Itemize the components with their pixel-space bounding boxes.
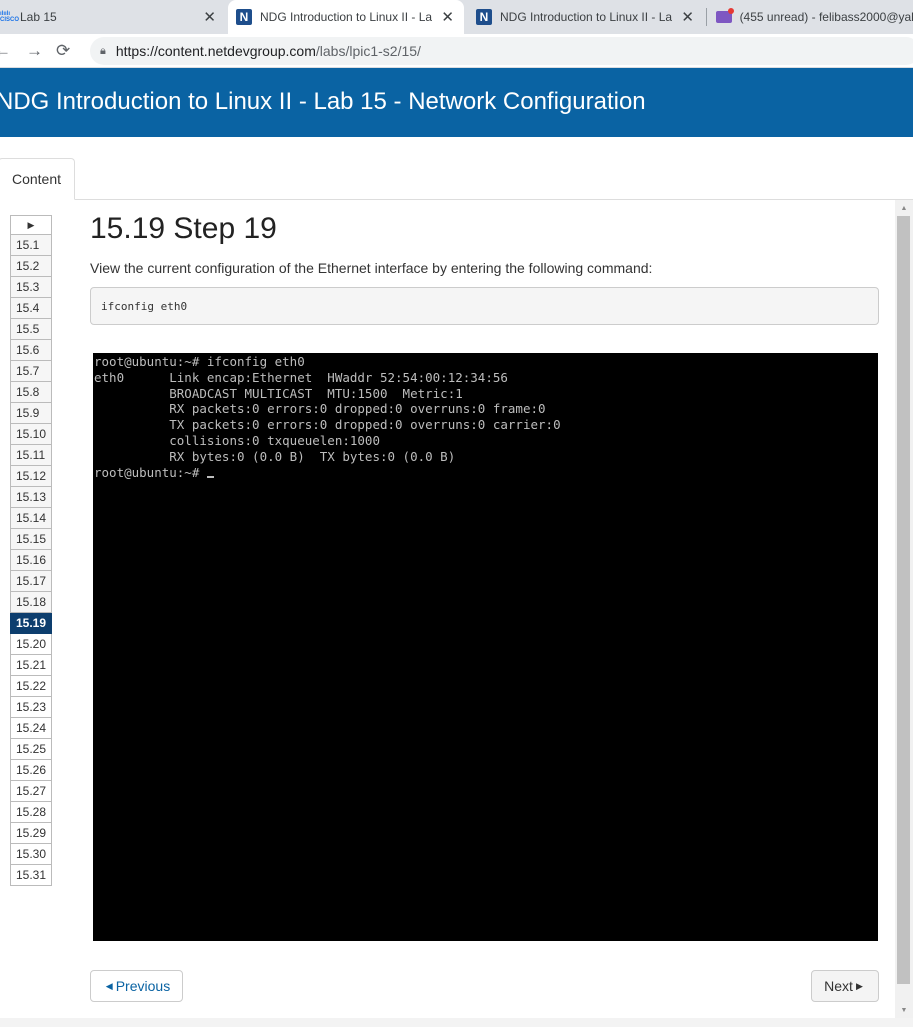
terminal-line: RX packets:0 errors:0 dropped:0 overruns… xyxy=(94,401,546,417)
page-scrollbar[interactable]: ▲ ▼ xyxy=(895,200,913,1018)
tab-title: Lab 15 xyxy=(20,10,57,24)
step-item[interactable]: 15.6 xyxy=(10,340,52,361)
step-item[interactable]: 15.15 xyxy=(10,529,52,550)
step-item[interactable]: 15.14 xyxy=(10,508,52,529)
close-icon[interactable]: ✕ xyxy=(203,8,216,26)
browser-tab-mail[interactable]: (455 unread) - felibass2000@yah xyxy=(710,0,913,34)
next-label: Next xyxy=(824,978,853,994)
caret-right-icon: ▶ xyxy=(855,980,863,991)
step-item[interactable]: 15.8 xyxy=(10,382,52,403)
step-item[interactable]: 15.30 xyxy=(10,844,52,865)
terminal-lines: root@ubuntu:~# ifconfig eth0 eth0 Link en… xyxy=(94,354,878,480)
terminal-line: collisions:0 txqueuelen:1000 xyxy=(94,432,380,448)
browser-tab-ndg[interactable]: N NDG Introduction to Linux II - Lab ✕ xyxy=(468,0,704,34)
terminal-line: root@ubuntu:~# xyxy=(94,465,878,481)
lab-header: NDG Introduction to Linux II - Lab 15 - … xyxy=(0,68,913,137)
lock-icon: 🔒︎ xyxy=(100,44,106,57)
tab-title: (455 unread) - felibass2000@yah xyxy=(739,10,913,24)
instruction-text: View the current configuration of the Et… xyxy=(90,260,653,276)
step-item[interactable]: 15.5 xyxy=(10,319,52,340)
previous-button[interactable]: ◀ Previous xyxy=(90,970,183,1002)
close-icon[interactable]: ✕ xyxy=(441,8,454,26)
next-button[interactable]: Next ▶ xyxy=(811,970,879,1002)
terminal-line: root@ubuntu:~# ifconfig eth0 xyxy=(94,354,305,369)
previous-label: Previous xyxy=(115,978,171,994)
step-title: 15.19 Step 19 xyxy=(90,212,277,245)
tab-separator xyxy=(706,8,707,26)
step-item[interactable]: 15.10 xyxy=(10,424,52,445)
address-bar[interactable]: 🔒︎ https://content.netdevgroup.com/labs/… xyxy=(90,37,913,65)
step-item[interactable]: 15.29 xyxy=(10,823,52,844)
reload-icon[interactable]: ⟳ xyxy=(56,41,70,61)
bottom-strip xyxy=(0,1018,913,1027)
step-item[interactable]: 15.18 xyxy=(10,592,52,613)
mail-icon xyxy=(716,8,734,23)
step-item[interactable]: 15.9 xyxy=(10,403,52,424)
content-tab-bar: Content xyxy=(0,137,913,200)
ndg-icon: N xyxy=(476,9,492,25)
forward-arrow-icon[interactable]: → xyxy=(26,41,43,61)
step-list: 15.1 15.2 15.3 15.4 15.5 15.6 15.7 15.8 15.9 15.1… xyxy=(10,235,52,886)
browser-tab-strip: ılıılı CISCO Lab 15 ✕ N NDG Introduction … xyxy=(0,0,913,34)
tab-content[interactable]: Content xyxy=(0,158,75,200)
terminal-cursor xyxy=(206,475,214,478)
step-nav-expand-icon[interactable]: ▶ xyxy=(10,215,52,235)
step-item[interactable]: 15.13 xyxy=(10,487,52,508)
step-item[interactable]: 15.19 xyxy=(10,613,52,634)
url-host: https://content.netdevgroup.com xyxy=(115,43,316,59)
url-path: /labs/lpic1-s2/15/ xyxy=(315,43,421,59)
step-item[interactable]: 15.7 xyxy=(10,361,52,382)
step-item[interactable]: 15.23 xyxy=(10,697,52,718)
tab-title: NDG Introduction to Linux II - Lab xyxy=(260,10,432,24)
step-item[interactable]: 15.26 xyxy=(10,760,52,781)
terminal-screen[interactable]: root@ubuntu:~# ifconfig eth0 eth0 Link en… xyxy=(93,353,878,941)
scroll-thumb[interactable] xyxy=(897,216,910,984)
close-icon[interactable]: ✕ xyxy=(681,8,694,26)
step-item[interactable]: 15.22 xyxy=(10,676,52,697)
cisco-icon: ılıılı CISCO xyxy=(0,11,20,23)
step-item[interactable]: 15.25 xyxy=(10,739,52,760)
step-item[interactable]: 15.20 xyxy=(10,634,52,655)
terminal-line: RX bytes:0 (0.0 B) TX bytes:0 (0.0 B) xyxy=(94,448,456,464)
step-nav: ▶ 15.1 15.2 15.3 15.4 15.5 15.6 15.7 15.8 15.9 15… xyxy=(10,215,52,886)
step-item[interactable]: 15.4 xyxy=(10,298,52,319)
step-item[interactable]: 15.31 xyxy=(10,865,52,886)
back-arrow-icon[interactable]: ← xyxy=(0,41,11,61)
url-text: https://content.netdevgroup.com/labs/lpi… xyxy=(116,43,421,59)
terminal-line: BROADCAST MULTICAST MTU:1500 Metric:1 xyxy=(94,385,463,401)
command-box: ifconfig eth0 xyxy=(90,287,879,325)
tab-title: NDG Introduction to Linux II - Lab xyxy=(500,10,672,24)
browser-tab-ndg-active[interactable]: N NDG Introduction to Linux II - Lab ✕ xyxy=(228,0,464,34)
lab-title: NDG Introduction to Linux II - Lab 15 - … xyxy=(0,88,646,115)
step-item[interactable]: 15.17 xyxy=(10,571,52,592)
caret-left-icon: ◀ xyxy=(105,980,113,991)
scroll-down-icon[interactable]: ▼ xyxy=(895,1002,913,1018)
step-item[interactable]: 15.16 xyxy=(10,550,52,571)
step-item[interactable]: 15.21 xyxy=(10,655,52,676)
step-item[interactable]: 15.28 xyxy=(10,802,52,823)
terminal-line: eth0 Link encap:Ethernet HWaddr 52:54:00… xyxy=(94,369,508,385)
step-item[interactable]: 15.3 xyxy=(10,277,52,298)
terminal-line: TX packets:0 errors:0 dropped:0 overruns… xyxy=(94,417,561,433)
scroll-up-icon[interactable]: ▲ xyxy=(895,200,913,216)
ndg-icon: N xyxy=(236,9,252,25)
step-item[interactable]: 15.27 xyxy=(10,781,52,802)
step-item[interactable]: 15.2 xyxy=(10,256,52,277)
browser-tab-lab15[interactable]: ılıılı CISCO Lab 15 ✕ xyxy=(0,0,226,34)
step-item[interactable]: 15.1 xyxy=(10,235,52,256)
step-item[interactable]: 15.24 xyxy=(10,718,52,739)
step-item[interactable]: 15.11 xyxy=(10,445,52,466)
step-item[interactable]: 15.12 xyxy=(10,466,52,487)
browser-toolbar: ← → ⟳ 🔒︎ https://content.netdevgroup.com… xyxy=(0,34,913,68)
